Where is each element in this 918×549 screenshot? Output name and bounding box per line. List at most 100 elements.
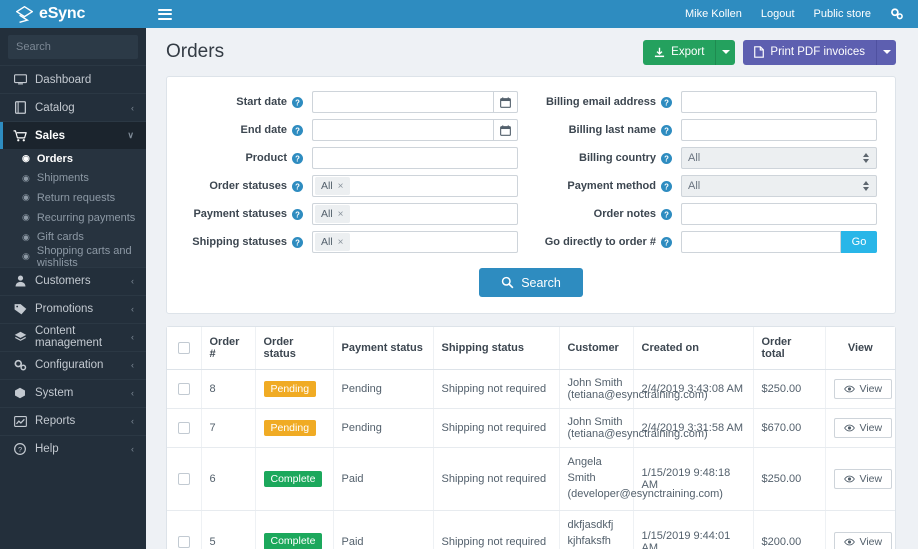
help-circle-icon[interactable]: ?: [661, 208, 672, 220]
brand-logo-area[interactable]: eSync: [0, 0, 146, 28]
sidebar-item-label: Sales: [35, 129, 66, 142]
sidebar-item-recurring-payments[interactable]: ◉ Recurring payments: [0, 208, 146, 228]
customer-name: dkfjasdkfj kjhfaksfh: [567, 518, 614, 547]
cell-created-on: 2/4/2019 3:43:08 AM: [632, 369, 753, 409]
row-checkbox[interactable]: [177, 472, 190, 485]
tag-chip[interactable]: All ×: [315, 233, 350, 251]
search-input[interactable]: [16, 41, 146, 53]
start-date-calendar-button[interactable]: [493, 91, 518, 113]
table-row[interactable]: 5 Complete Paid Shipping not required dkfjas…: [167, 510, 895, 549]
view-button[interactable]: View: [833, 531, 893, 549]
gear-icon[interactable]: [890, 7, 904, 21]
end-date-input[interactable]: [312, 119, 494, 141]
sidebar-item-promotions[interactable]: Promotions ‹: [0, 294, 146, 323]
table-row[interactable]: 8 Pending Pending Shipping not required John…: [167, 369, 895, 409]
tag-chip[interactable]: All ×: [315, 205, 350, 223]
chart-icon: [13, 415, 27, 427]
help-circle-icon[interactable]: ?: [661, 152, 672, 164]
view-button[interactable]: View: [833, 418, 893, 438]
tag-chip[interactable]: All ×: [315, 177, 350, 195]
billing-country-select[interactable]: All: [681, 147, 877, 169]
sidebar-item-reports[interactable]: Reports ‹: [0, 406, 146, 435]
sidebar-item-shipments[interactable]: ◉ Shipments: [0, 169, 146, 189]
sidebar-submenu-sales: ◉ Orders ◉ Shipments ◉ Return requests ◉…: [0, 149, 146, 269]
start-date-input[interactable]: [312, 91, 494, 113]
billing-country-control: All: [681, 147, 877, 169]
go-to-order-input[interactable]: [681, 231, 841, 253]
sidebar-item-orders[interactable]: ◉ Orders: [0, 149, 146, 169]
payment-statuses-tag-field[interactable]: All ×: [312, 203, 518, 225]
cell-order-status: Pending: [254, 369, 333, 409]
row-checkbox[interactable]: [177, 383, 190, 396]
sidebar-item-label: Configuration: [35, 359, 104, 372]
select-spinner-icon: [863, 153, 869, 163]
svg-text:?: ?: [295, 238, 300, 247]
sidebar-item-dashboard[interactable]: Dashboard: [0, 65, 146, 93]
billing-email-input[interactable]: [681, 91, 877, 113]
billing-email-control: [681, 91, 877, 113]
remove-tag-icon[interactable]: ×: [338, 237, 344, 248]
sidebar-subitem-label: Orders: [36, 152, 73, 165]
sidebar-item-catalog[interactable]: Catalog ‹: [0, 93, 146, 121]
sidebar-item-sales[interactable]: Sales ∨: [0, 121, 146, 149]
filter-row-payment-statuses: Payment statuses ? All ×: [185, 203, 518, 225]
hamburger-icon[interactable]: [158, 8, 172, 20]
end-date-calendar-button[interactable]: [493, 119, 518, 141]
billing-last-name-input[interactable]: [681, 119, 877, 141]
table-row[interactable]: 6 Complete Paid Shipping not required Angela…: [167, 447, 895, 511]
download-icon: [655, 47, 665, 57]
col-view: View: [824, 327, 895, 370]
table-row[interactable]: 7 Pending Pending Shipping not required John…: [167, 408, 895, 448]
pdf-file-icon: [754, 46, 765, 58]
view-button[interactable]: View: [833, 468, 893, 489]
row-checkbox[interactable]: [177, 422, 190, 435]
help-circle-icon[interactable]: ?: [292, 180, 303, 192]
sidebar-item-system[interactable]: System ‹: [0, 378, 146, 407]
order-notes-input[interactable]: [681, 203, 877, 225]
print-pdf-invoices-button[interactable]: Print PDF invoices: [743, 39, 876, 65]
user-name-link[interactable]: Mike Kollen: [685, 8, 742, 20]
shipping-statuses-tag-field[interactable]: All ×: [312, 231, 518, 253]
product-input[interactable]: [312, 147, 518, 169]
help-circle-icon[interactable]: ?: [292, 208, 303, 220]
sidebar-item-customers[interactable]: Customers ‹: [0, 266, 146, 295]
public-store-link[interactable]: Public store: [814, 8, 871, 20]
chevron-down-icon: ∨: [127, 130, 134, 140]
search-button[interactable]: Search: [479, 268, 583, 297]
go-button[interactable]: Go: [841, 231, 877, 253]
payment-method-select[interactable]: All: [681, 175, 877, 197]
export-dropdown-button[interactable]: [715, 39, 736, 65]
sidebar-nav: Dashboard Catalog ‹ Sales ∨ ◉ Orders ◉ S…: [0, 65, 146, 549]
view-button[interactable]: View: [833, 379, 893, 399]
remove-tag-icon[interactable]: ×: [338, 209, 344, 220]
cart-icon: [13, 129, 27, 142]
help-circle-icon[interactable]: ?: [292, 152, 303, 164]
export-button[interactable]: Export: [643, 39, 716, 65]
row-checkbox[interactable]: [177, 535, 190, 548]
select-all-checkbox[interactable]: [177, 342, 190, 355]
sidebar-item-configuration[interactable]: Configuration ‹: [0, 350, 146, 379]
billing-last-name-control: [681, 119, 877, 141]
sidebar-item-content-management[interactable]: Content management ‹: [0, 322, 146, 351]
eye-icon: [843, 538, 855, 546]
sidebar-item-shopping-carts[interactable]: ◉ Shopping carts and wishlists: [0, 245, 146, 269]
help-circle-icon[interactable]: ?: [292, 236, 303, 248]
logout-link[interactable]: Logout: [761, 8, 795, 20]
chevron-down-icon: [882, 50, 891, 54]
filter-label-wrap: Payment method ?: [544, 180, 672, 192]
sidebar-search-box[interactable]: [8, 35, 146, 59]
help-circle-icon[interactable]: ?: [661, 96, 672, 108]
orders-table-body: 8 Pending Pending Shipping not required John…: [167, 369, 895, 549]
help-circle-icon[interactable]: ?: [292, 124, 303, 136]
help-circle-icon[interactable]: ?: [661, 180, 672, 192]
help-circle-icon[interactable]: ?: [292, 96, 303, 108]
eye-icon: [843, 475, 855, 483]
sidebar-item-return-requests[interactable]: ◉ Return requests: [0, 188, 146, 208]
sidebar-item-help[interactable]: ? Help ‹: [0, 434, 146, 463]
help-circle-icon[interactable]: ?: [661, 124, 672, 136]
help-circle-icon[interactable]: ?: [661, 236, 672, 248]
remove-tag-icon[interactable]: ×: [338, 181, 344, 192]
print-dropdown-button[interactable]: [876, 39, 896, 65]
cell-order-total: $200.00: [752, 510, 825, 549]
order-statuses-tag-field[interactable]: All ×: [312, 175, 518, 197]
